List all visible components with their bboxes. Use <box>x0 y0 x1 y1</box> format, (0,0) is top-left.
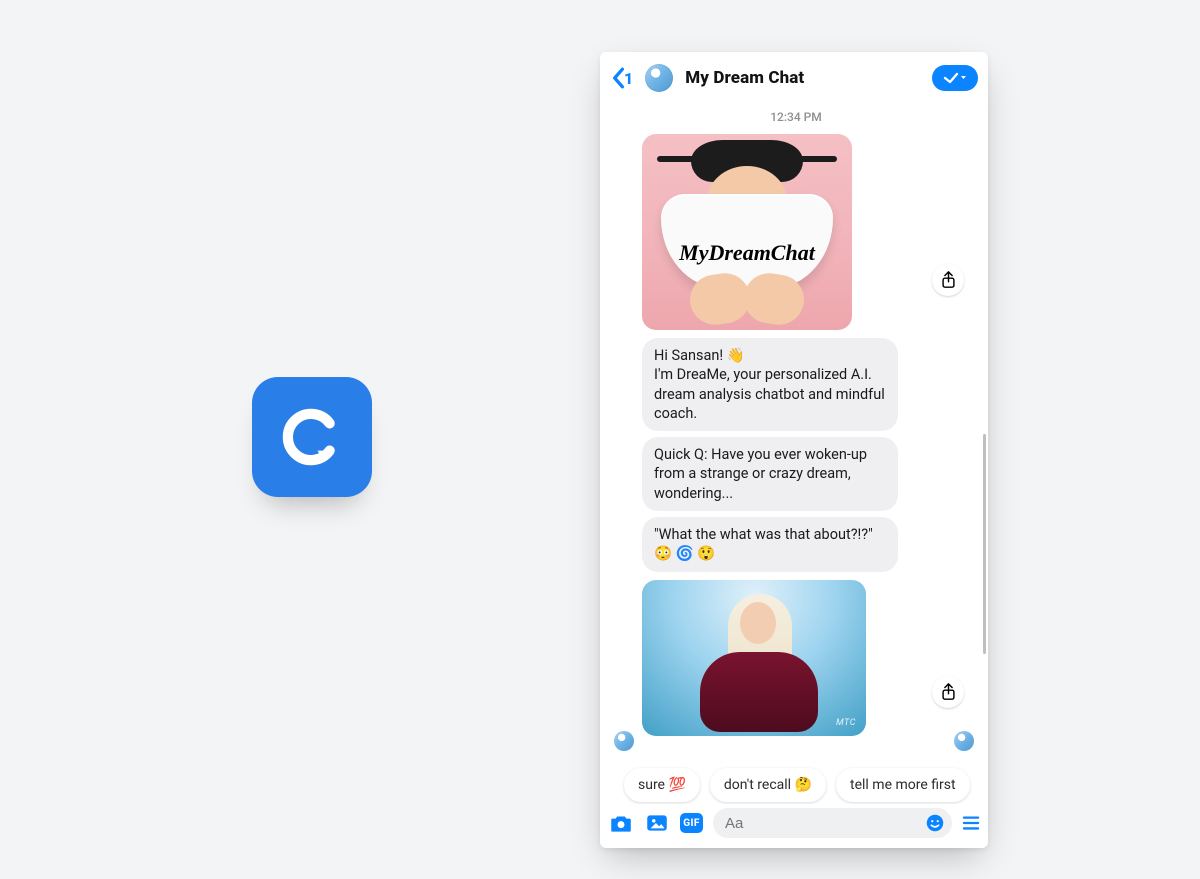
camera-icon <box>608 810 634 836</box>
read-receipt-avatar <box>954 731 974 751</box>
gif-attachment[interactable]: MTC <box>642 580 866 736</box>
share-icon <box>941 683 956 701</box>
promo-image[interactable]: MyDreamChat <box>642 134 852 330</box>
bot-message: Quick Q: Have you ever woken-up from a s… <box>642 437 898 511</box>
chatfuel-app-icon <box>252 377 372 497</box>
camera-button[interactable] <box>608 810 634 836</box>
promo-image-row: MyDreamChat <box>614 134 978 330</box>
messages-scroll-area[interactable]: 12:34 PM MyDreamChat Hi Sansan! 👋 I'm Dr… <box>600 104 988 804</box>
image-icon <box>644 810 670 836</box>
message-input-container[interactable] <box>713 808 952 838</box>
share-icon <box>941 271 956 289</box>
timestamp: 12:34 PM <box>614 110 978 124</box>
messenger-chat-window: 1 My Dream Chat 12:34 PM MyDreamChat <box>600 52 988 848</box>
promo-image-text: MyDreamChat <box>642 240 852 266</box>
chat-avatar[interactable] <box>645 64 673 92</box>
quick-reply-sure[interactable]: sure 💯 <box>624 768 700 802</box>
gif-message-row: MTC <box>614 580 978 736</box>
menu-button[interactable] <box>962 814 980 832</box>
scrollbar[interactable] <box>983 434 986 654</box>
chat-header: 1 My Dream Chat <box>600 52 988 104</box>
sender-avatar[interactable] <box>614 731 634 751</box>
quick-replies: sure 💯 don't recall 🤔 tell me more first <box>614 758 978 804</box>
header-action-button[interactable] <box>932 65 978 91</box>
bot-message: Hi Sansan! 👋 I'm DreaMe, your personaliz… <box>642 338 898 431</box>
share-button[interactable] <box>932 264 964 296</box>
quick-reply-tell-me-more[interactable]: tell me more first <box>836 768 970 802</box>
gallery-button[interactable] <box>644 810 670 836</box>
gif-watermark: MTC <box>836 718 856 728</box>
message-input[interactable] <box>725 815 924 832</box>
share-button[interactable] <box>932 676 964 708</box>
checkmark-dropdown-icon <box>942 70 968 86</box>
gif-button[interactable]: GIF <box>680 813 703 833</box>
chat-title[interactable]: My Dream Chat <box>685 68 926 88</box>
back-button[interactable]: 1 <box>610 67 633 89</box>
quick-reply-dont-recall[interactable]: don't recall 🤔 <box>710 768 826 802</box>
unread-count: 1 <box>624 69 633 88</box>
chatfuel-c-icon <box>278 403 346 471</box>
emoji-button[interactable] <box>924 812 946 834</box>
bot-message: "What the what was that about?!?" 😳 🌀 😲 <box>642 517 898 572</box>
composer: GIF <box>600 804 988 848</box>
